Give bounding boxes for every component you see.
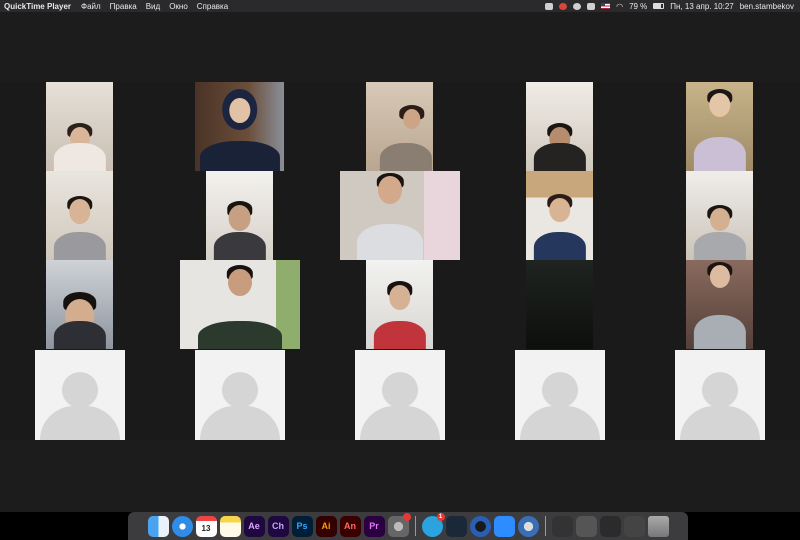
participant-video[interactable] xyxy=(46,260,113,349)
participant-video[interactable] xyxy=(206,171,273,260)
wifi-icon[interactable]: ◠ xyxy=(616,2,623,11)
dock: 13 Ae Ch Ps Ai An Pr 1 xyxy=(128,512,688,540)
participant-video[interactable] xyxy=(686,260,753,349)
adobe-cc-icon[interactable] xyxy=(559,2,568,10)
menu-bar: QuickTime Player Файл Правка Вид Окно Сп… xyxy=(0,0,800,12)
telegram-icon[interactable]: 1 xyxy=(421,512,445,537)
participant-video[interactable] xyxy=(180,260,300,349)
participant-video[interactable] xyxy=(526,171,593,260)
participant-avatar[interactable] xyxy=(355,350,445,440)
control-strip-icon[interactable] xyxy=(587,2,596,10)
participant-video[interactable] xyxy=(340,171,460,260)
menu-edit[interactable]: Правка xyxy=(110,2,137,11)
clock[interactable]: Пн, 13 апр. 10:27 xyxy=(670,2,733,11)
trash-icon[interactable] xyxy=(647,515,669,537)
participant-avatar[interactable] xyxy=(195,350,285,440)
user-placeholder-icon xyxy=(382,371,418,408)
video-top-margin xyxy=(0,12,800,82)
participant-video[interactable] xyxy=(46,171,113,260)
safari-icon[interactable] xyxy=(171,515,193,537)
zoom-icon[interactable] xyxy=(493,515,515,537)
participant-avatar[interactable] xyxy=(35,350,125,440)
video-bottom-margin xyxy=(0,440,800,512)
cinema-4d-icon[interactable] xyxy=(469,515,491,537)
participant-video[interactable] xyxy=(526,260,593,349)
record-icon[interactable] xyxy=(545,2,554,10)
minimized-window-icon[interactable] xyxy=(575,515,597,537)
user-placeholder-icon xyxy=(542,371,578,408)
minimized-window-icon[interactable] xyxy=(599,515,621,537)
participant-video[interactable] xyxy=(686,171,753,260)
photoshop-icon[interactable]: Ps xyxy=(291,515,313,537)
menu-help[interactable]: Справка xyxy=(197,2,228,11)
finder-icon[interactable] xyxy=(147,515,169,537)
illustrator-icon[interactable]: Ai xyxy=(315,515,337,537)
character-animator-icon[interactable]: Ch xyxy=(267,515,289,537)
participant-video[interactable] xyxy=(195,82,284,171)
premiere-icon[interactable]: Pr xyxy=(363,515,385,537)
user-placeholder-icon xyxy=(222,371,258,408)
participant-avatar[interactable] xyxy=(675,350,765,440)
minimized-window-icon[interactable] xyxy=(551,515,573,537)
steam-icon[interactable] xyxy=(445,515,467,537)
notification-badge: 1 xyxy=(436,512,445,521)
battery-icon[interactable] xyxy=(653,3,665,9)
user-account[interactable]: ben.stambekov xyxy=(740,2,794,11)
participant-video[interactable] xyxy=(366,82,433,171)
user-placeholder-icon xyxy=(62,371,98,408)
video-gallery xyxy=(0,82,800,440)
participant-video[interactable] xyxy=(526,82,593,171)
notes-icon[interactable] xyxy=(219,515,241,537)
system-preferences-icon[interactable] xyxy=(387,512,411,537)
participant-avatar[interactable] xyxy=(515,350,605,440)
minimized-window-icon[interactable] xyxy=(623,515,645,537)
participant-video[interactable] xyxy=(366,260,433,349)
participant-video[interactable] xyxy=(686,82,753,171)
animate-icon[interactable]: An xyxy=(339,515,361,537)
us-flag-input-icon[interactable] xyxy=(601,3,611,9)
app-menu-quicktime[interactable]: QuickTime Player xyxy=(4,2,71,11)
menu-window[interactable]: Окно xyxy=(169,2,188,11)
dock-separator xyxy=(544,516,546,536)
quicktime-icon[interactable] xyxy=(517,515,539,537)
calendar-icon[interactable]: 13 xyxy=(195,515,217,537)
menu-file[interactable]: Файл xyxy=(81,2,101,11)
after-effects-icon[interactable]: Ae xyxy=(243,515,265,537)
status-area: ◠ 79 % Пн, 13 апр. 10:27 ben.stambekov xyxy=(545,2,800,11)
menu-view[interactable]: Вид xyxy=(146,2,160,11)
user-placeholder-icon xyxy=(702,371,738,408)
battery-percent[interactable]: 79 % xyxy=(629,2,647,11)
participant-video[interactable] xyxy=(46,82,113,171)
dock-separator xyxy=(414,516,416,536)
creative-cloud-icon[interactable] xyxy=(573,2,582,10)
notification-badge xyxy=(402,512,411,521)
